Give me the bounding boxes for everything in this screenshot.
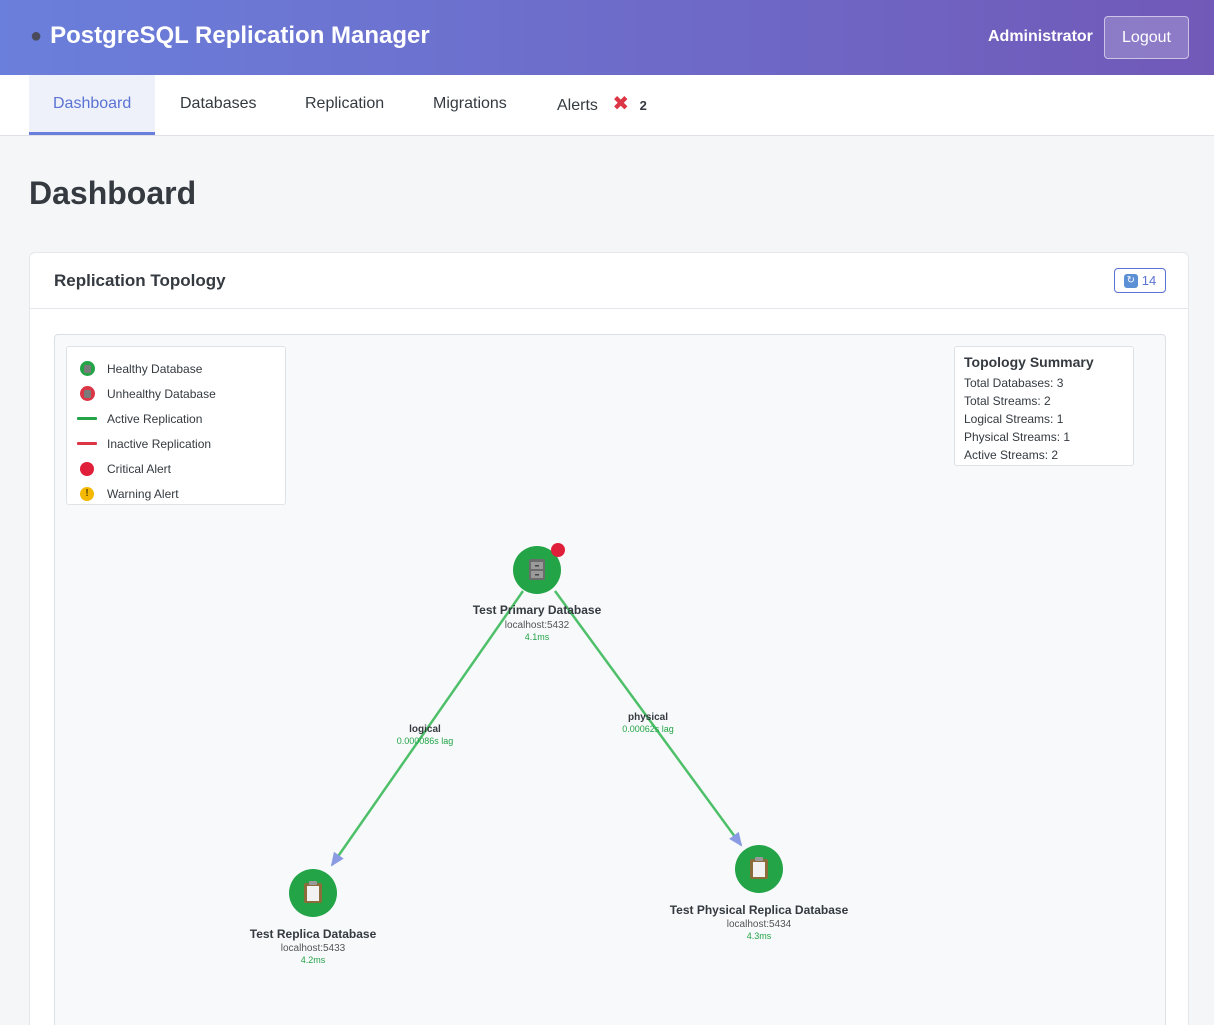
main-nav: Dashboard Databases Replication Migratio… [0, 75, 1214, 136]
node-host: localhost:5432 [505, 620, 570, 631]
summary-total-databases: Total Databases: 3 [964, 376, 1064, 390]
card-header: Replication Topology ↻ 14 [30, 253, 1188, 309]
topology-canvas[interactable]: logical 0.000086s lag physical 0.00062s … [54, 334, 1166, 1025]
app-brand[interactable]: ● PostgreSQL Replication Manager [30, 22, 430, 50]
x-icon: ✖ [612, 93, 630, 115]
summary-physical-streams: Physical Streams: 1 [964, 430, 1071, 444]
topology-legend: Healthy Database Unhealthy Database Acti… [66, 346, 286, 505]
edge-lag-label: 0.00062s lag [622, 724, 674, 734]
legend-item: ! Warning Alert [77, 481, 275, 506]
clipboard-icon [750, 857, 768, 879]
node-name: Test Physical Replica Database [670, 903, 849, 917]
tab-replication[interactable]: Replication [281, 75, 408, 135]
legend-label: Warning Alert [107, 486, 179, 501]
node-physical-replica[interactable]: Test Physical Replica Database localhost… [670, 845, 849, 941]
tab-alerts[interactable]: Alerts ✖ 2 [533, 75, 671, 135]
tab-label: Migrations [433, 95, 507, 112]
refresh-button[interactable]: ↻ 14 [1114, 268, 1166, 293]
card-title: Replication Topology [54, 271, 226, 290]
user-name: Administrator [988, 28, 1093, 45]
legend-item: Active Replication [77, 406, 275, 431]
tab-databases[interactable]: Databases [156, 75, 281, 135]
elephant-icon: ● [30, 24, 43, 47]
tab-label: Replication [305, 95, 385, 112]
healthy-db-icon [79, 361, 95, 376]
tab-migrations[interactable]: Migrations [409, 75, 531, 135]
node-host: localhost:5433 [281, 943, 346, 954]
legend-label: Healthy Database [107, 361, 203, 376]
legend-item: Inactive Replication [77, 431, 275, 456]
warning-alert-icon: ! [80, 486, 94, 501]
unhealthy-db-icon [79, 386, 95, 401]
summary-logical-streams: Logical Streams: 1 [964, 412, 1064, 426]
legend-label: Active Replication [107, 411, 203, 426]
active-line-icon [77, 417, 97, 420]
legend-label: Critical Alert [107, 461, 172, 476]
tab-dashboard[interactable]: Dashboard [29, 75, 156, 135]
edge-type-label: logical [409, 724, 441, 735]
tab-label: Alerts [557, 97, 598, 114]
node-latency: 4.2ms [301, 955, 326, 965]
legend-label: Inactive Replication [107, 436, 212, 451]
edge-lag-label: 0.000086s lag [397, 736, 454, 746]
refresh-icon: ↻ [1123, 273, 1138, 288]
summary-active-streams: Active Streams: 2 [964, 448, 1059, 462]
app-title: PostgreSQL Replication Manager [50, 22, 430, 49]
node-name: Test Primary Database [473, 603, 602, 617]
logout-button[interactable]: Logout [1104, 16, 1189, 59]
alerts-count-badge: 2 [639, 98, 647, 113]
clipboard-icon [304, 881, 322, 903]
topology-summary: Topology Summary Total Databases: 3 Tota… [954, 346, 1134, 466]
edge-type-label: physical [628, 712, 668, 723]
node-latency: 4.1ms [525, 632, 550, 642]
legend-item: Critical Alert [77, 456, 275, 481]
tab-label: Dashboard [53, 95, 132, 112]
node-replica[interactable]: Test Replica Database localhost:5433 4.2… [250, 869, 377, 965]
file-cabinet-icon [529, 559, 545, 580]
legend-item: Unhealthy Database [77, 381, 275, 406]
critical-alert-icon[interactable] [551, 543, 565, 557]
legend-item: Healthy Database [77, 356, 275, 381]
tab-label: Databases [180, 95, 257, 112]
topology-card: Replication Topology ↻ 14 logical 0.0000… [29, 252, 1189, 1025]
inactive-line-icon [77, 442, 97, 445]
page-title: Dashboard [29, 175, 197, 211]
summary-title: Topology Summary [964, 354, 1094, 370]
app-header: ● PostgreSQL Replication Manager Adminis… [0, 0, 1214, 75]
node-name: Test Replica Database [250, 927, 377, 941]
node-latency: 4.3ms [747, 931, 772, 941]
summary-total-streams: Total Streams: 2 [964, 394, 1051, 408]
critical-alert-icon [80, 461, 94, 476]
node-host: localhost:5434 [727, 919, 792, 930]
legend-label: Unhealthy Database [107, 386, 216, 401]
refresh-label: 14 [1141, 273, 1157, 288]
